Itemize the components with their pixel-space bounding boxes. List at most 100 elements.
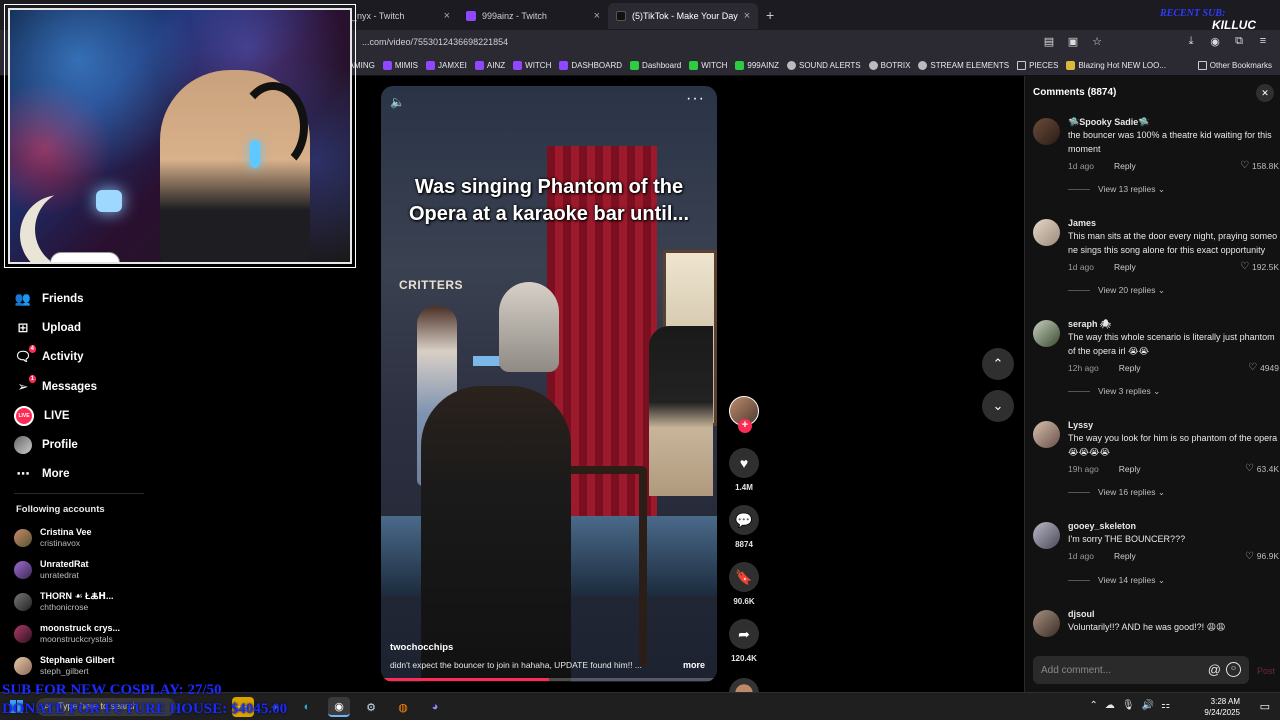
follow-plus-icon[interactable]: + — [738, 419, 752, 433]
share-button[interactable]: ➦ — [729, 619, 759, 649]
network-icon[interactable]: ☁ — [1105, 700, 1115, 711]
next-video-button[interactable]: ⌄ — [982, 390, 1014, 422]
avatar[interactable] — [1033, 421, 1060, 448]
view-replies-button[interactable]: View 13 replies ⌄ — [1068, 184, 1279, 195]
taskbar-clock[interactable]: 3:28 AM 9/24/2025 — [1204, 696, 1240, 718]
bookmark-item[interactable]: WITCH — [685, 61, 731, 70]
pip-icon[interactable]: ▣ — [1066, 35, 1080, 48]
view-replies-button[interactable]: View 16 replies ⌄ — [1068, 487, 1279, 498]
close-comments-button[interactable]: ✕ — [1256, 84, 1274, 102]
view-replies-button[interactable]: View 14 replies ⌄ — [1068, 575, 1279, 586]
following-account[interactable]: UnratedRat unratedrat — [14, 554, 154, 586]
heart-outline-icon: ♡ — [1240, 160, 1250, 171]
comment-like-button[interactable]: ♡ 192.5K — [1240, 261, 1279, 272]
avatar[interactable] — [1033, 609, 1060, 637]
reply-button[interactable]: Reply — [1119, 363, 1141, 373]
wifi-icon[interactable]: ⚏ — [1161, 700, 1170, 711]
avatar[interactable] — [1033, 320, 1060, 347]
sidebar-item-live[interactable]: LIVE LIVE — [14, 401, 154, 430]
close-icon[interactable]: × — [444, 10, 450, 22]
comment-like-button[interactable]: ♡ 96.9K — [1245, 551, 1279, 562]
microphone-icon[interactable]: 🎙 — [1122, 700, 1135, 711]
obs-icon[interactable]: ◉ — [328, 697, 350, 717]
comment-username[interactable]: James — [1068, 217, 1279, 229]
reply-button[interactable]: Reply — [1114, 161, 1136, 171]
reply-button[interactable]: Reply — [1119, 464, 1141, 474]
avatar[interactable] — [1033, 118, 1060, 145]
bookmark-item[interactable]: STREAM ELEMENTS — [914, 61, 1013, 70]
comment-input[interactable] — [1041, 662, 1201, 678]
menu-icon[interactable]: ≡ — [1256, 35, 1270, 48]
discord-icon[interactable]: ◕ — [424, 697, 446, 717]
volume-icon[interactable]: 🔈 — [390, 95, 405, 109]
following-account[interactable]: moonstruck crys... moonstruckcrystals — [14, 618, 154, 650]
bookmark-item[interactable]: DASHBOARD — [555, 61, 626, 70]
sidebar-item-activity[interactable]: 🗨 4 Activity — [14, 343, 154, 372]
sidebar-item-more[interactable]: ⋯ More — [14, 460, 154, 489]
new-tab-button[interactable]: + — [758, 7, 782, 23]
steam-icon[interactable]: ⚙ — [360, 697, 382, 717]
browser-tab-4[interactable]: 999ainz - Twitch × — [458, 3, 608, 29]
account-icon[interactable]: ◉ — [1208, 35, 1222, 48]
like-button[interactable]: ♥ — [729, 448, 759, 478]
comment-like-button[interactable]: ♡ 63.4K — [1245, 463, 1279, 474]
video-player[interactable]: CRITTERS Was singing Phantom of the Oper… — [381, 86, 717, 682]
bookmark-item[interactable]: JAMXEI — [422, 61, 471, 70]
bookmark-folder[interactable]: PIECES — [1013, 61, 1062, 70]
video-author[interactable]: twochocchips — [390, 642, 453, 653]
extensions-icon[interactable]: ⧉ — [1232, 35, 1246, 48]
browser-tab-tiktok[interactable]: (5)TikTok - Make Your Day × — [608, 3, 758, 29]
heart-outline-icon: ♡ — [1248, 362, 1258, 373]
volume-icon[interactable]: 🔊 — [1142, 700, 1154, 711]
comment-username[interactable]: 🛸Spooky Sadie🛸 — [1068, 116, 1279, 128]
comment-like-button[interactable]: ♡ 158.8K — [1240, 160, 1279, 171]
mention-icon[interactable]: @ — [1208, 662, 1221, 677]
avatar[interactable] — [1033, 219, 1060, 246]
creator-avatar[interactable]: + — [729, 396, 759, 433]
bookmark-item[interactable]: WITCH — [509, 61, 555, 70]
view-replies-button[interactable]: View 3 replies ⌄ — [1068, 386, 1279, 397]
video-progress-bar[interactable] — [381, 678, 717, 681]
save-button[interactable]: 🔖 — [729, 562, 759, 592]
download-icon[interactable]: ⤓ — [1184, 35, 1198, 48]
other-bookmarks[interactable]: Other Bookmarks — [1197, 61, 1272, 70]
close-icon[interactable]: × — [594, 10, 600, 22]
sidebar-item-messages[interactable]: ➢ 1 Messages — [14, 372, 154, 401]
reply-button[interactable]: Reply — [1114, 262, 1136, 272]
emoji-icon[interactable]: ☺ — [1226, 662, 1241, 677]
following-account[interactable]: Cristina Vee cristinavox — [14, 522, 154, 554]
comment-like-button[interactable]: ♡ 4949 — [1248, 362, 1279, 373]
notification-icon[interactable]: ▭ — [1260, 700, 1270, 713]
reader-view-icon[interactable]: ▤ — [1042, 35, 1056, 48]
description-more-button[interactable]: more — [683, 660, 705, 670]
comment-username[interactable]: gooey_skeleton — [1068, 520, 1279, 532]
reply-button[interactable]: Reply — [1114, 551, 1136, 561]
sidebar-item-upload[interactable]: ⊞ Upload — [14, 313, 154, 342]
comment-username[interactable]: seraph 🕷 — [1068, 318, 1279, 330]
previous-video-button[interactable]: ⌃ — [982, 348, 1014, 380]
sidebar-item-profile[interactable]: Profile — [14, 430, 154, 459]
sidebar-item-friends[interactable]: 👥 Friends — [14, 284, 154, 313]
bookmark-star-icon[interactable]: ☆ — [1090, 35, 1104, 48]
comment-button[interactable]: 💬 — [729, 505, 759, 535]
firefox-icon[interactable]: ◍ — [392, 697, 414, 717]
comment-username[interactable]: Lyssy — [1068, 419, 1279, 431]
chevron-up-icon[interactable]: ⌃ — [1089, 700, 1097, 711]
bookmark-item[interactable]: Blazing Hot NEW LOO... — [1062, 61, 1170, 70]
post-comment-button[interactable]: Post — [1257, 666, 1275, 676]
close-icon[interactable]: × — [744, 10, 750, 22]
bookmark-item[interactable]: AINZ — [471, 61, 509, 70]
url-text[interactable]: ...com/video/7553012436698221854 — [362, 37, 508, 47]
following-account[interactable]: THORN ☙ Ł🜏ᕼ... chthonicrose — [14, 586, 154, 618]
view-replies-button[interactable]: View 20 replies ⌄ — [1068, 285, 1279, 296]
edge-icon[interactable]: ◐ — [296, 697, 318, 717]
more-options-icon[interactable]: ··· — [686, 90, 705, 108]
bookmark-item[interactable]: 999AINZ — [731, 61, 783, 70]
bookmark-item[interactable]: Dashboard — [626, 61, 685, 70]
comment-username[interactable]: djsoul — [1068, 608, 1279, 620]
bookmark-item[interactable]: BOTRIX — [865, 61, 915, 70]
bookmark-item[interactable]: SOUND ALERTS — [783, 61, 865, 70]
bookmark-item[interactable]: MIMIS — [379, 61, 422, 70]
avatar[interactable] — [1033, 522, 1060, 549]
following-account[interactable]: Stephanie Gilbert steph_gilbert — [14, 650, 154, 682]
